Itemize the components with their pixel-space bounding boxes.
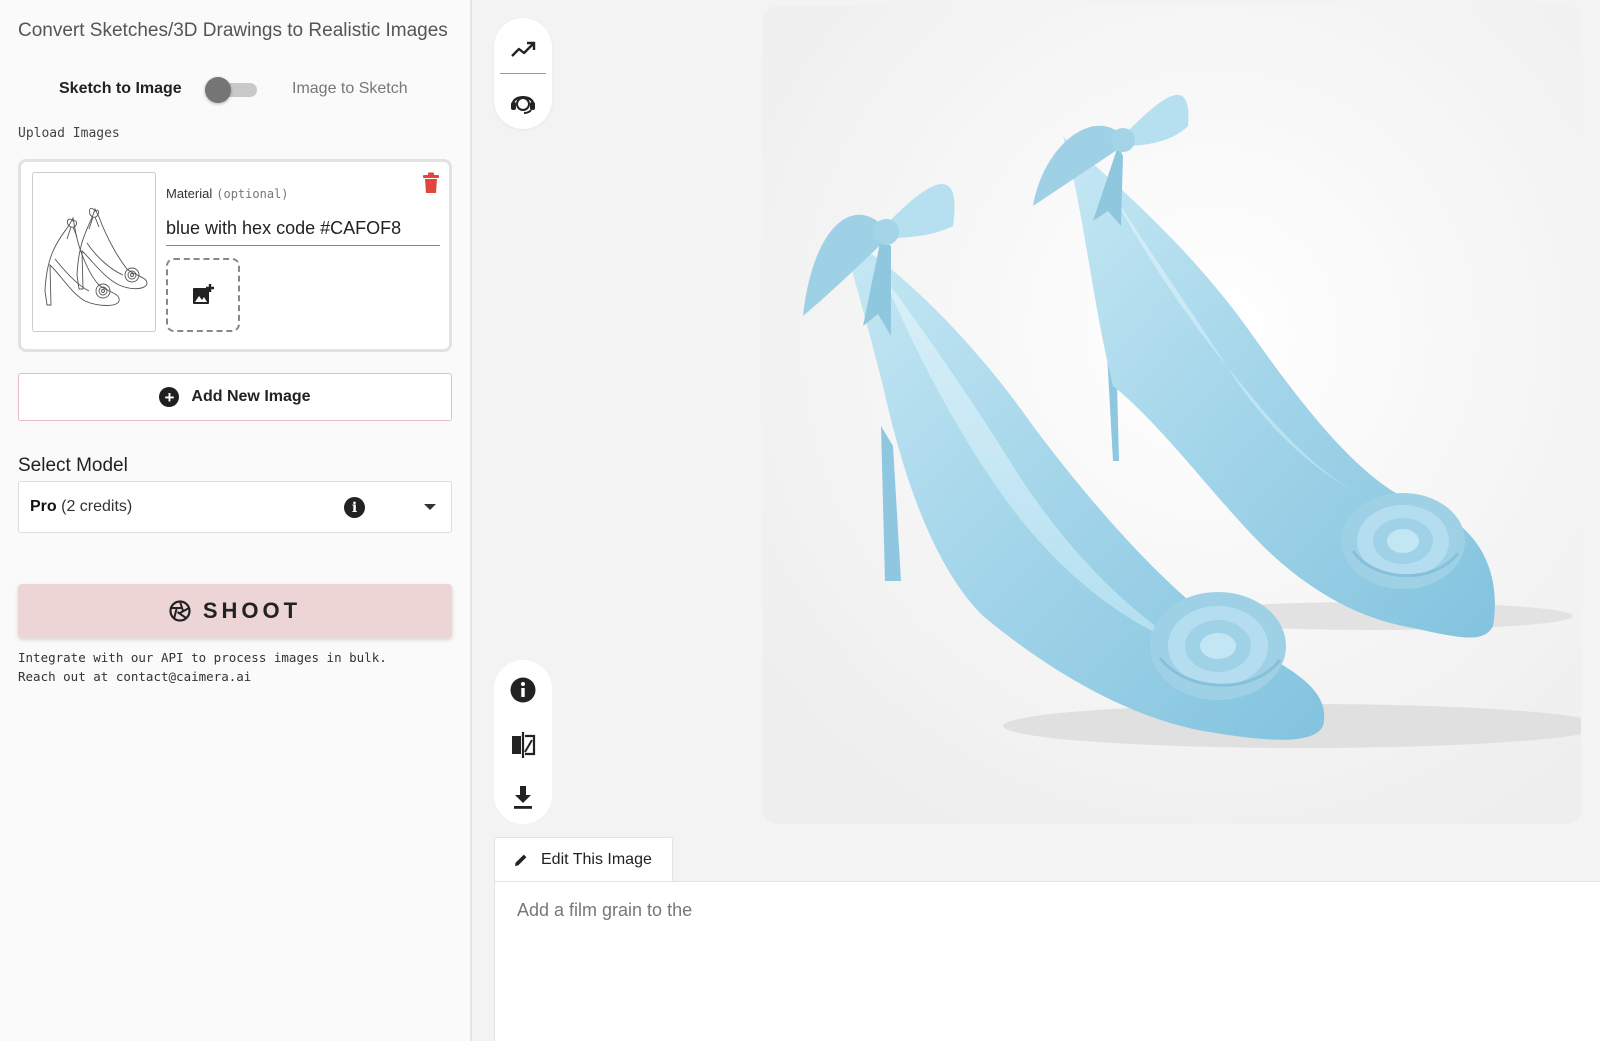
toggle-knob[interactable] [205, 77, 231, 103]
aperture-icon [169, 600, 191, 622]
shoot-button[interactable]: SHOOT [18, 584, 452, 638]
add-photo-icon [193, 284, 214, 304]
select-model-label: Select Model [18, 455, 128, 476]
info-icon[interactable] [508, 675, 538, 705]
add-circle-icon: + [159, 387, 180, 407]
edit-prompt-text[interactable]: Add a film grain to the [517, 900, 692, 921]
compare-icon[interactable] [508, 730, 538, 760]
sketch-to-image-label[interactable]: Sketch to Image [59, 80, 182, 98]
model-select-value: Pro (2 credits) [30, 498, 132, 516]
download-icon[interactable] [508, 782, 538, 812]
model-name: Pro [30, 498, 57, 515]
model-credits: (2 credits) [61, 498, 133, 515]
trash-icon[interactable] [422, 172, 440, 194]
material-input[interactable] [166, 212, 440, 246]
add-new-image-label: Add New Image [191, 388, 311, 405]
page-title: Convert Sketches/3D Drawings to Realisti… [18, 20, 448, 41]
upload-images-label: Upload Images [18, 126, 120, 141]
material-label-text: Material [166, 186, 213, 201]
upload-card: Material (optional) [18, 159, 452, 352]
model-select[interactable]: Pro (2 credits) i [18, 481, 452, 533]
tab-edit-this-image[interactable]: Edit This Image [494, 837, 673, 882]
chevron-down-icon[interactable] [424, 504, 436, 510]
pencil-icon [515, 854, 527, 866]
edit-tab-label: Edit This Image [541, 851, 652, 868]
generated-result-image [763, 6, 1581, 824]
image-actions-toolbar [494, 660, 552, 824]
mode-toggle-switch[interactable] [205, 77, 257, 103]
edit-prompt-area[interactable]: Add a film grain to the [494, 881, 1600, 1041]
blue-heels-illustration [763, 6, 1581, 824]
mode-toggle-row: Sketch to Image Image to Sketch [0, 74, 472, 104]
left-panel: Convert Sketches/3D Drawings to Realisti… [0, 0, 472, 1041]
image-to-sketch-label[interactable]: Image to Sketch [292, 80, 408, 98]
shoot-label: SHOOT [202, 598, 302, 623]
toolbar-divider [500, 73, 546, 74]
model-info-icon[interactable]: i [344, 497, 365, 518]
top-toolbar [494, 18, 552, 129]
material-label: Material (optional) [166, 186, 289, 201]
support-agent-icon[interactable] [507, 86, 539, 118]
add-material-image-button[interactable] [166, 258, 240, 332]
api-note: Integrate with our API to process images… [18, 648, 458, 686]
trending-icon[interactable] [507, 33, 539, 65]
material-optional-text: (optional) [216, 187, 289, 201]
api-note-line2: Reach out at contact@caimera.ai [18, 669, 252, 684]
api-note-line1: Integrate with our API to process images… [18, 650, 387, 665]
sketch-thumbnail[interactable] [32, 172, 156, 332]
add-new-image-button[interactable]: + Add New Image [18, 373, 452, 421]
sketch-heels-illustration [44, 207, 148, 306]
